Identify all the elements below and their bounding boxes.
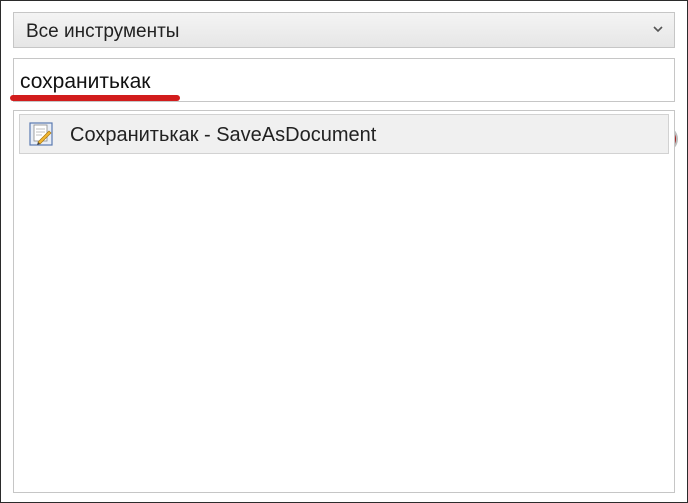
search-underline-highlight xyxy=(10,95,180,101)
results-list: Сохранитькак - SaveAsDocument xyxy=(13,110,675,493)
list-item[interactable]: Сохранитькак - SaveAsDocument xyxy=(19,114,669,154)
save-as-document-icon xyxy=(29,122,53,146)
search-input[interactable] xyxy=(20,69,620,95)
chevron-down-icon xyxy=(653,26,663,33)
tools-filter-dropdown[interactable]: Все инструменты xyxy=(13,12,675,48)
tool-search-panel: Все инструменты сохранитькак Сохранитька… xyxy=(0,0,688,503)
result-label: Сохранитькак - SaveAsDocument xyxy=(70,124,377,146)
tools-filter-selected: Все инструменты xyxy=(26,21,180,42)
